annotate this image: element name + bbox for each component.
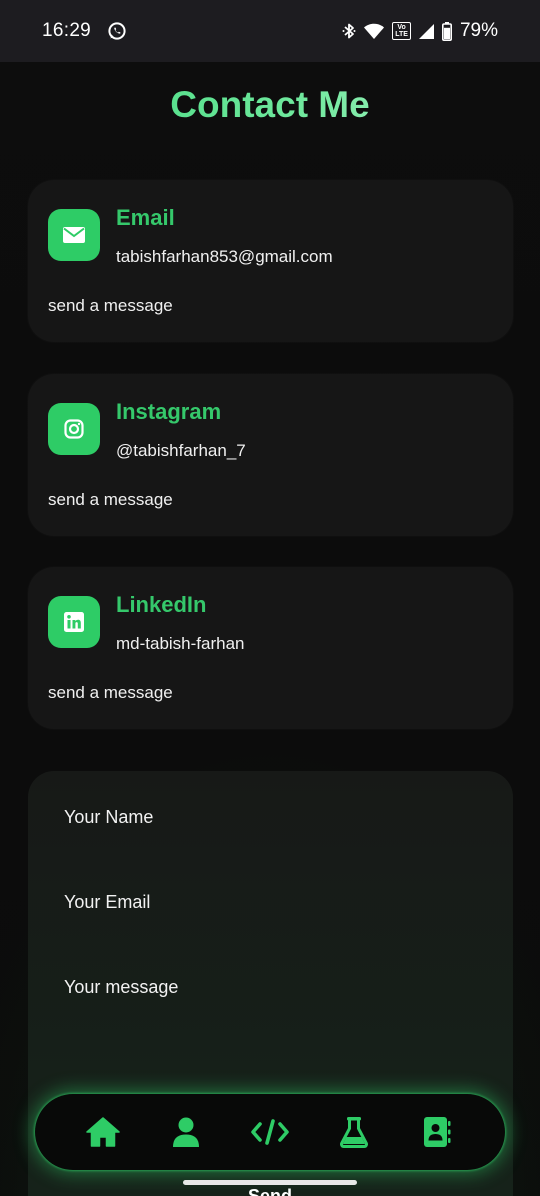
contact-card-detail: tabishfarhan853@gmail.com (116, 247, 333, 266)
battery-icon (441, 21, 452, 41)
home-indicator[interactable] (183, 1180, 357, 1185)
contact-card-detail: md-tabish-farhan (116, 634, 245, 653)
nav-about-button[interactable] (164, 1110, 208, 1154)
message-textarea[interactable] (64, 977, 484, 1040)
instagram-icon (48, 403, 100, 455)
contact-card-detail: @tabishfarhan_7 (116, 441, 246, 460)
send-message-link[interactable]: send a message (48, 683, 173, 703)
volte-badge: Vo LTE (392, 22, 411, 40)
contact-screen: 16:29 Vo LTE 79% Contact Me Email tabish… (0, 0, 540, 1196)
name-field-wrapper (64, 807, 484, 828)
bluetooth-icon (342, 22, 356, 40)
status-time: 16:29 (42, 20, 92, 41)
send-message-link[interactable]: send a message (48, 296, 173, 316)
cell-signal-icon (418, 23, 435, 40)
wifi-icon (363, 22, 385, 40)
email-field-wrapper (64, 892, 484, 913)
bottom-navigation (35, 1094, 505, 1170)
nav-projects-button[interactable] (248, 1110, 292, 1154)
user-icon (171, 1116, 201, 1148)
message-field-wrapper (64, 977, 484, 1045)
send-message-link[interactable]: send a message (48, 490, 173, 510)
send-button[interactable]: Send (0, 1186, 540, 1196)
nav-experiments-button[interactable] (332, 1110, 376, 1154)
battery-percent: 79% (459, 20, 498, 41)
volte-top: Vo (397, 24, 406, 31)
volte-bottom: LTE (395, 31, 408, 38)
contact-card-title: Instagram (116, 399, 222, 424)
contact-card-linkedin[interactable]: LinkedIn md-tabish-farhan send a message (28, 567, 513, 729)
status-icons: Vo LTE 79% (342, 20, 498, 42)
whatsapp-icon (107, 21, 127, 41)
email-input[interactable] (64, 892, 484, 913)
page-title: Contact Me (0, 84, 540, 126)
home-icon (85, 1116, 121, 1148)
flask-icon (339, 1116, 368, 1148)
contact-card-title: LinkedIn (116, 592, 207, 617)
mail-icon (48, 209, 100, 261)
name-input[interactable] (64, 807, 484, 828)
contact-card-instagram[interactable]: Instagram @tabishfarhan_7 send a message (28, 374, 513, 536)
contact-book-icon (423, 1116, 451, 1148)
nav-contact-button[interactable] (415, 1110, 459, 1154)
contact-card-title: Email (116, 205, 175, 230)
code-icon (250, 1119, 290, 1145)
nav-home-button[interactable] (81, 1110, 125, 1154)
status-bar: 16:29 Vo LTE 79% (0, 0, 540, 62)
linkedin-icon (48, 596, 100, 648)
contact-card-email[interactable]: Email tabishfarhan853@gmail.com send a m… (28, 180, 513, 342)
